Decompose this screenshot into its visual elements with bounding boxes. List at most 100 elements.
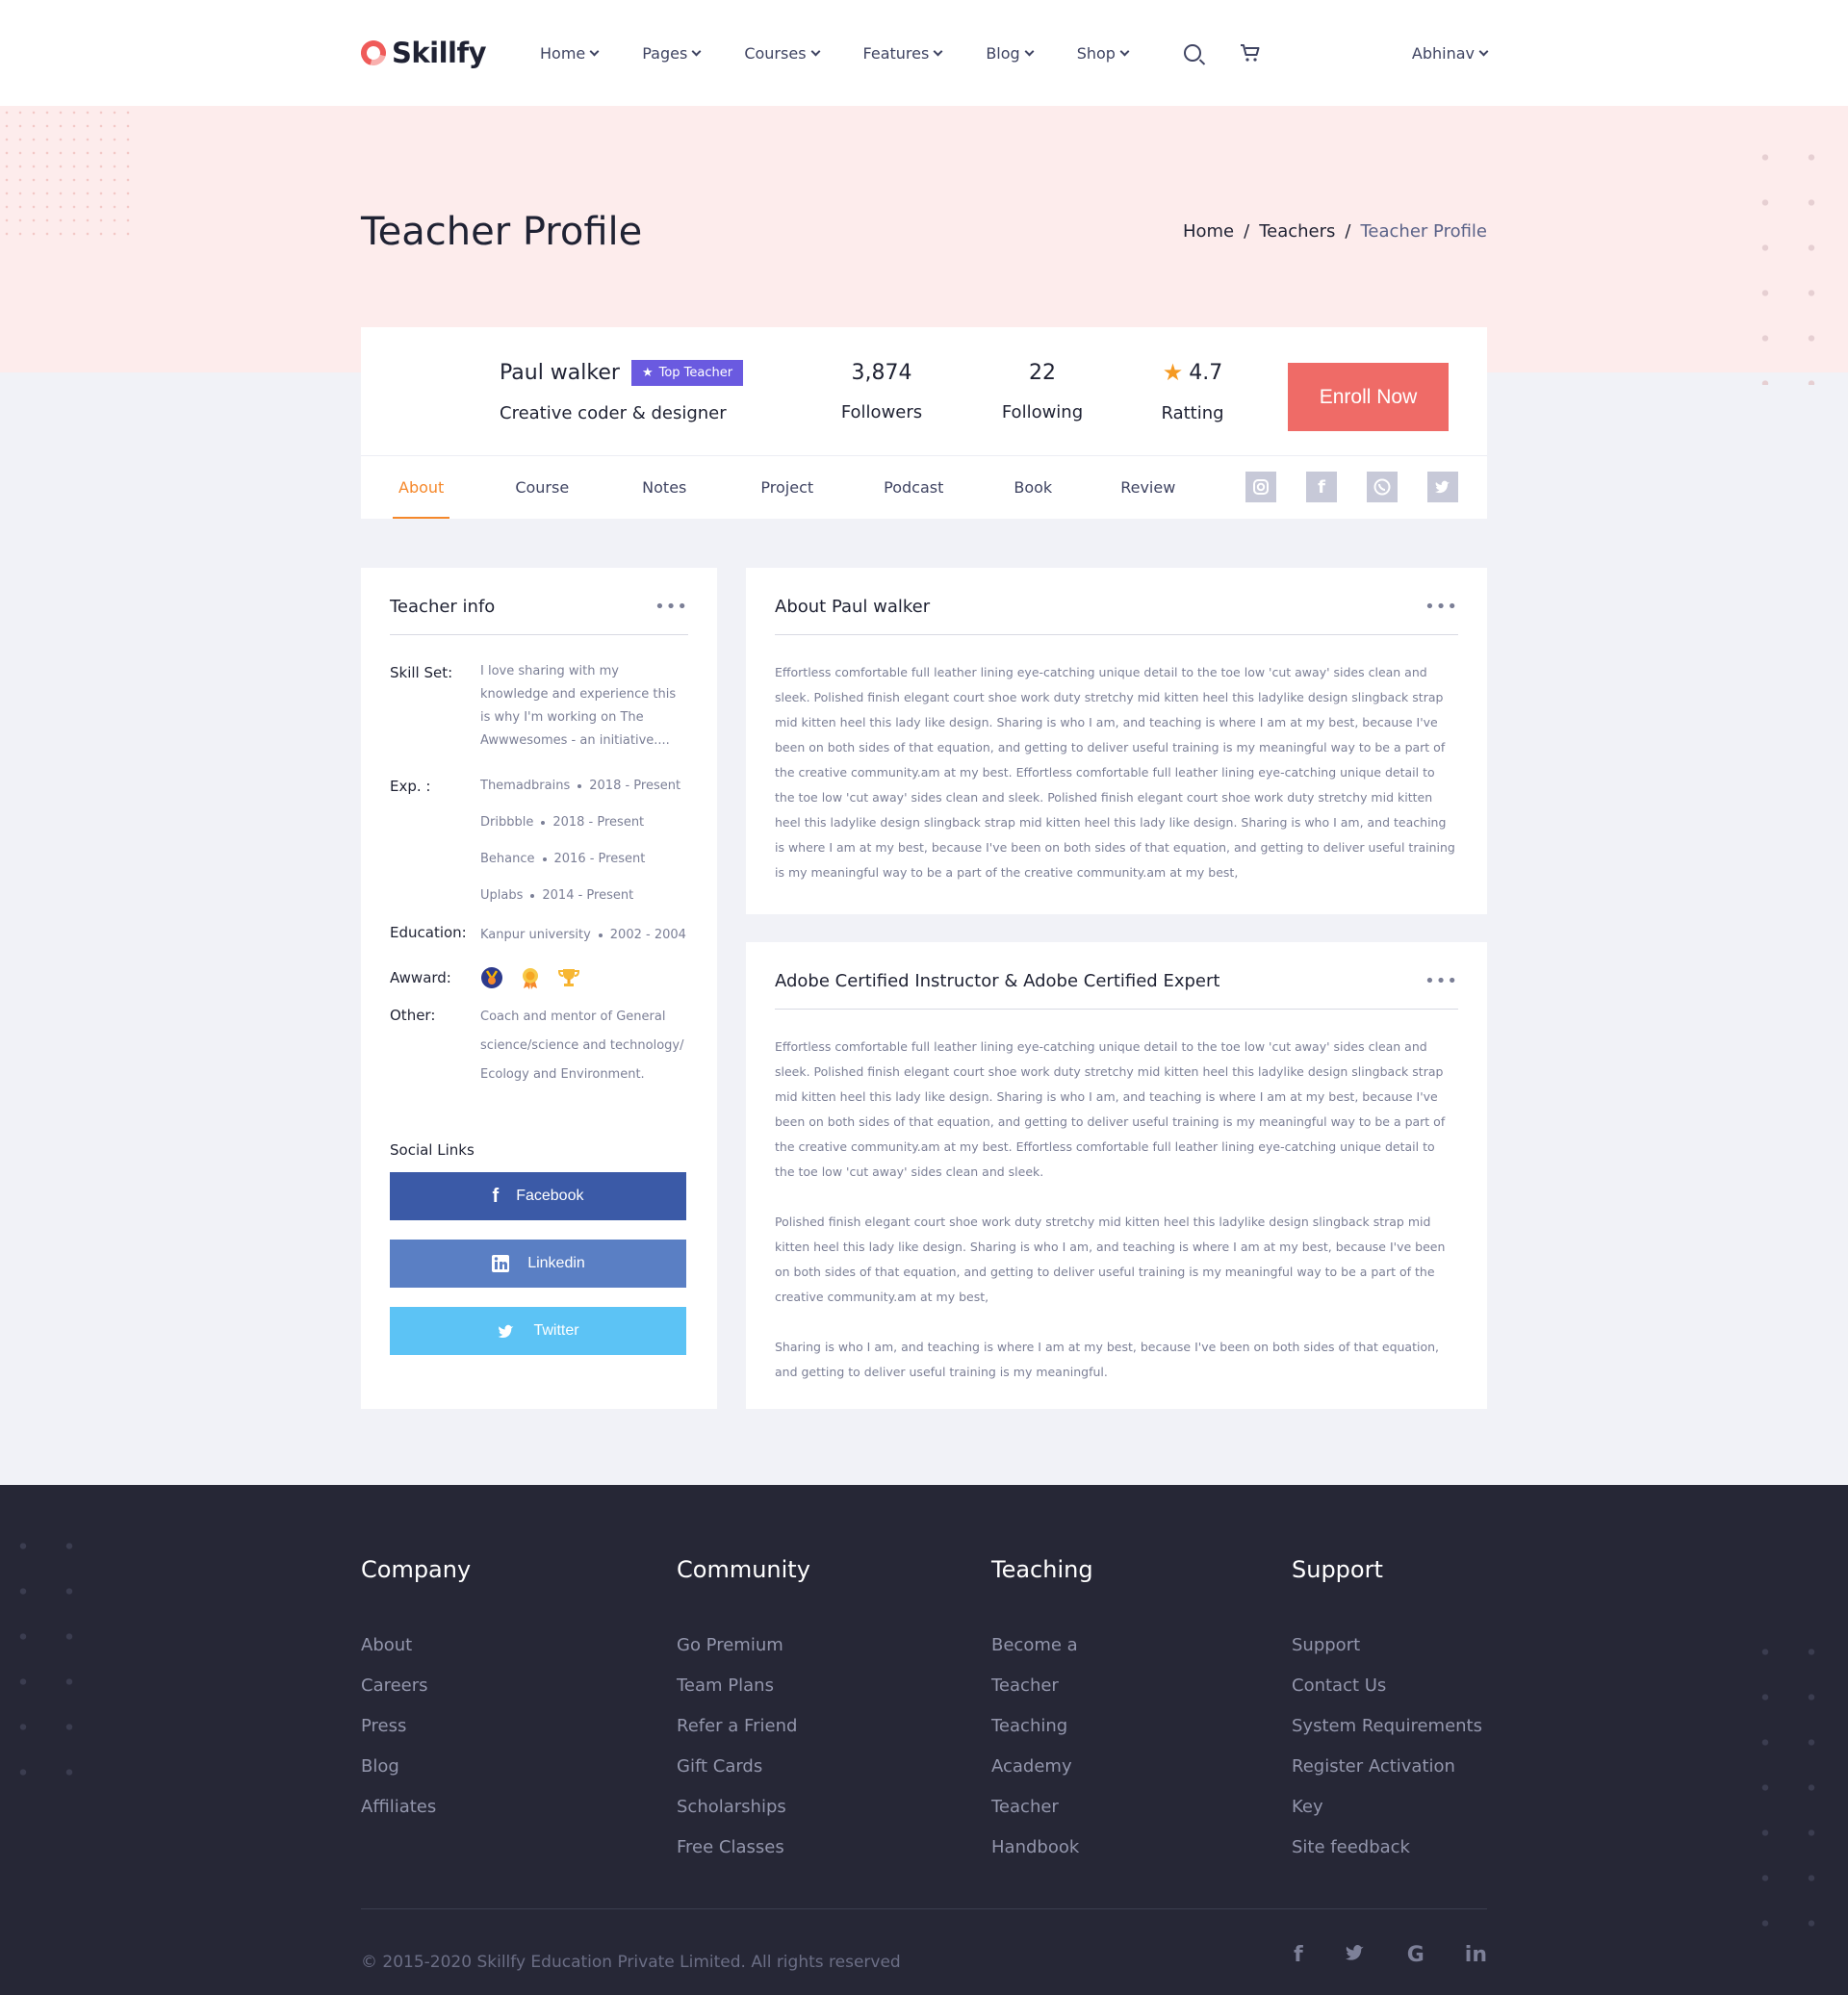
footer-col-community: Community Go Premium Team Plans Refer a … [677, 1556, 810, 1868]
tab-book[interactable]: Book [1014, 456, 1052, 519]
footer-link[interactable]: Go Premium [677, 1625, 810, 1666]
skill-label: Skill Set: [390, 664, 453, 681]
following-label: Following [1001, 401, 1084, 422]
profile-social-icons: f [1245, 472, 1458, 502]
logo[interactable]: Skillfy [356, 36, 540, 70]
footer-link[interactable]: Refer a Friend [677, 1706, 810, 1747]
nav-pages[interactable]: Pages [642, 43, 702, 63]
twitter-button[interactable]: Twitter [390, 1307, 686, 1355]
tab-review[interactable]: Review [1120, 456, 1175, 519]
footer-link[interactable]: About [361, 1625, 471, 1666]
footer-link[interactable]: Teaching [991, 1706, 1093, 1747]
experience-item: Uplabs 2014 - Present [480, 878, 680, 914]
skill-text: I love sharing with my knowledge and exp… [480, 664, 677, 748]
whatsapp-icon[interactable] [1367, 472, 1398, 502]
footer-col-support: Support Support Contact Us System Requir… [1292, 1556, 1482, 1868]
more-options-icon[interactable]: ••• [1424, 597, 1458, 617]
linkedin-icon [492, 1255, 510, 1272]
tab-course[interactable]: Course [515, 456, 569, 519]
bullet [598, 934, 603, 937]
footer-link[interactable]: Blog [361, 1747, 471, 1787]
chevron-down-icon [589, 46, 600, 56]
badge-label: Top Teacher [658, 365, 733, 380]
profile-name-block: Paul walker ★ Top Teacher Creative coder… [500, 359, 824, 423]
footer-link[interactable]: Contact Us [1292, 1666, 1482, 1706]
footer-link[interactable]: Team Plans [677, 1666, 810, 1706]
other-text: Coach and mentor of General science/scie… [480, 1010, 684, 1082]
footer-link[interactable]: Register Activation [1292, 1747, 1482, 1787]
cart-icon[interactable] [1240, 43, 1261, 63]
nav-shop[interactable]: Shop [1077, 44, 1130, 63]
bullet [541, 821, 546, 825]
google-icon[interactable]: G [1407, 1943, 1424, 1967]
tab-notes[interactable]: Notes [642, 456, 686, 519]
stat-following: 22 Following [994, 361, 1091, 422]
card-header: Teacher info ••• [390, 597, 688, 635]
breadcrumb-teachers[interactable]: Teachers [1259, 221, 1335, 242]
nav-pages-label: Pages [642, 43, 688, 63]
nav-courses-label: Courses [744, 43, 807, 63]
footer-link[interactable]: Affiliates [361, 1787, 471, 1828]
facebook-button-label: Facebook [516, 1188, 584, 1204]
profile-tabs: About Course Notes Project Podcast Book … [361, 456, 1487, 519]
footer-link[interactable]: Handbook [991, 1828, 1093, 1868]
facebook-icon[interactable]: f [1306, 472, 1337, 502]
more-options-icon[interactable]: ••• [1424, 971, 1458, 991]
certification-title: Adobe Certified Instructor & Adobe Certi… [775, 971, 1220, 991]
site-footer: Company About Careers Press Blog Affilia… [0, 1485, 1848, 1995]
footer-link[interactable]: Teacher [991, 1787, 1093, 1828]
footer-link[interactable]: Scholarships [677, 1787, 810, 1828]
footer-link[interactable]: Teacher [991, 1666, 1093, 1706]
breadcrumb-home[interactable]: Home [1183, 221, 1234, 242]
footer-link[interactable]: Key [1292, 1787, 1482, 1828]
decor-dots [1742, 135, 1848, 385]
more-options-icon[interactable]: ••• [654, 597, 688, 617]
twitter-button-label: Twitter [533, 1322, 579, 1339]
profile-summary: Paul walker ★ Top Teacher Creative coder… [361, 327, 1487, 456]
medal-icon [481, 967, 502, 988]
award-row: Awward: [390, 966, 688, 989]
user-menu[interactable]: Abhinav [1412, 44, 1489, 63]
nav-features[interactable]: Features [863, 44, 943, 63]
teacher-subtitle: Creative coder & designer [500, 402, 727, 423]
footer-link[interactable]: Free Classes [677, 1828, 810, 1868]
copyright: © 2015-2020 Skillfy Education Private Li… [361, 1953, 901, 1972]
facebook-button[interactable]: f Facebook [390, 1172, 686, 1220]
certification-card: Adobe Certified Instructor & Adobe Certi… [746, 942, 1487, 1409]
instagram-icon[interactable] [1245, 472, 1276, 502]
twitter-icon[interactable] [1427, 472, 1458, 502]
footer-social-icons: f G in [1294, 1943, 1487, 1967]
rating-value: 4.7 [1189, 360, 1223, 385]
exp-company: Uplabs [480, 888, 524, 903]
footer-link[interactable]: Careers [361, 1666, 471, 1706]
nav-home-label: Home [540, 43, 586, 63]
nav-blog[interactable]: Blog [986, 44, 1035, 63]
linkedin-icon[interactable]: in [1465, 1943, 1487, 1967]
chevron-down-icon [1119, 46, 1130, 56]
linkedin-button[interactable]: Linkedin [390, 1240, 686, 1288]
education-value: Kanpur university 2002 - 2004 [480, 924, 686, 947]
footer-link[interactable]: Gift Cards [677, 1747, 810, 1787]
search-icon[interactable] [1183, 44, 1201, 62]
chevron-down-icon [933, 46, 943, 56]
twitter-icon[interactable] [1344, 1943, 1367, 1962]
enroll-now-button[interactable]: Enroll Now [1288, 363, 1449, 431]
footer-col-title: Support [1292, 1556, 1383, 1583]
facebook-icon[interactable]: f [1294, 1943, 1303, 1967]
footer-link[interactable]: Academy [991, 1747, 1093, 1787]
footer-link[interactable]: System Requirements [1292, 1706, 1482, 1747]
tab-podcast[interactable]: Podcast [884, 456, 943, 519]
nav-courses[interactable]: Courses [744, 43, 820, 63]
footer-link[interactable]: Site feedback [1292, 1828, 1482, 1868]
nav-home[interactable]: Home [540, 43, 600, 63]
footer-link[interactable]: Press [361, 1706, 471, 1747]
bullet [578, 784, 582, 788]
followers-count: 3,874 [851, 360, 912, 385]
stat-rating: ★ 4.7 Ratting [1144, 359, 1241, 423]
facebook-icon: f [492, 1185, 500, 1207]
tab-about[interactable]: About [392, 456, 450, 519]
exp-row: Exp. : Themadbrains 2018 - Present Dribbb… [390, 768, 688, 914]
footer-link[interactable]: Support [1292, 1625, 1482, 1666]
footer-link[interactable]: Become a [991, 1625, 1093, 1666]
tab-project[interactable]: Project [760, 456, 813, 519]
